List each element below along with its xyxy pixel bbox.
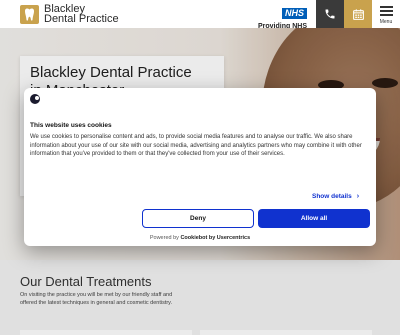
deny-button[interactable]: Deny (142, 209, 254, 228)
powered-prefix: Powered by (149, 235, 179, 241)
show-details-link[interactable]: Show details › (312, 193, 359, 200)
cookie-title: This website uses cookies (30, 122, 112, 129)
show-details-label: Show details (312, 193, 352, 200)
tooth-icon (20, 4, 39, 24)
nhs-badge: NHS (281, 8, 307, 19)
phone-button[interactable] (316, 0, 344, 28)
chevron-right-icon: › (356, 193, 360, 200)
menu-label: Menu (379, 18, 393, 25)
site-logo[interactable]: Blackley Dental Practice (20, 4, 119, 25)
book-appointment-button[interactable] (344, 0, 372, 28)
powered-brand-link[interactable]: Cookiebot by Usercentrics (180, 235, 250, 241)
hamburger-icon (379, 4, 393, 18)
calendar-icon (352, 8, 364, 20)
cookie-dialog: This website uses cookies We use cookies… (24, 88, 376, 246)
cookiebot-logo-icon (30, 94, 40, 104)
powered-by: Powered by Cookiebot by Usercentrics (24, 235, 376, 241)
site-header: Blackley Dental Practice NHS Providing N… (0, 0, 400, 39)
logo-line-2: Dental Practice (44, 13, 119, 25)
phone-icon (325, 9, 335, 19)
allow-all-button[interactable]: Allow all (258, 209, 370, 228)
menu-button[interactable]: Menu (372, 0, 400, 28)
cookie-body: We use cookies to personalise content an… (30, 134, 362, 157)
